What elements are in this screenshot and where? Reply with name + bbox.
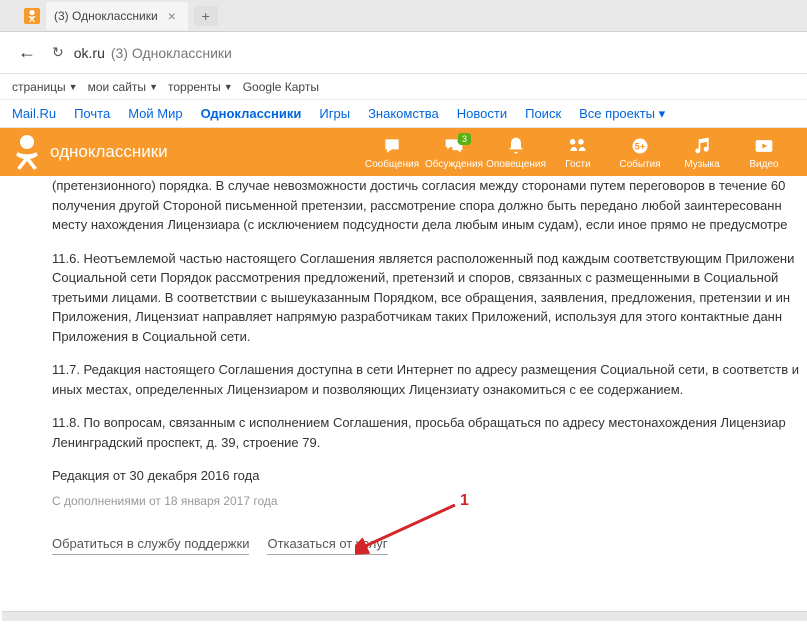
url-rest: (3) Одноклассники [111, 45, 232, 61]
mailru-link[interactable]: Игры [319, 106, 350, 121]
nav-notifications[interactable]: Оповещения [485, 135, 547, 170]
bookmark-item[interactable]: мои сайты▼ [88, 80, 158, 94]
footer-links: Обратиться в службу поддержки Отказаться… [52, 534, 807, 556]
amendment-date: С дополнениями от 18 января 2017 года [52, 492, 807, 510]
agreement-paragraph: 11.6. Неотъемлемой частью настоящего Сог… [52, 249, 807, 347]
edition-date: Редакция от 30 декабря 2016 года [52, 466, 807, 486]
bookmark-item[interactable]: страницы▼ [12, 80, 78, 94]
video-icon [754, 135, 774, 157]
nav-messages[interactable]: Сообщения [361, 135, 423, 170]
messages-icon [382, 135, 402, 157]
nav-guests[interactable]: Гости [547, 135, 609, 170]
guests-icon [568, 135, 588, 157]
window-border [2, 611, 807, 621]
back-button[interactable]: ← [12, 38, 42, 67]
close-icon[interactable]: × [164, 8, 180, 24]
chevron-down-icon: ▼ [69, 82, 78, 92]
ok-logo-icon [12, 132, 42, 172]
mailru-link[interactable]: Новости [457, 106, 507, 121]
agreement-paragraph: (претензионного) порядка. В случае невоз… [52, 176, 807, 235]
svg-text:5+: 5+ [635, 141, 645, 151]
mailru-link[interactable]: Все проекты ▾ [579, 106, 665, 122]
mailru-bar: Mail.Ru Почта Мой Мир Одноклассники Игры… [0, 100, 807, 128]
bell-icon [506, 135, 526, 157]
badge: 3 [458, 133, 471, 145]
annotation-label-1: 1 [460, 492, 469, 510]
nav-video[interactable]: Видео [733, 135, 795, 170]
nav-events[interactable]: 5+ События [609, 135, 671, 170]
browser-tab-bar: (3) Одноклассники × + [0, 0, 807, 32]
refuse-services-link[interactable]: Отказаться от услуг [267, 534, 387, 556]
tab-title: (3) Одноклассники [54, 9, 158, 23]
refresh-icon[interactable]: ↻ [52, 44, 64, 61]
ok-logo[interactable]: одноклассники [12, 132, 168, 172]
support-link[interactable]: Обратиться в службу поддержки [52, 534, 249, 556]
chevron-down-icon: ▼ [224, 82, 233, 92]
mailru-link[interactable]: Знакомства [368, 106, 439, 121]
url-domain: ok.ru [74, 45, 105, 61]
mailru-link[interactable]: Одноклассники [201, 106, 302, 121]
bookmark-bar: страницы▼ мои сайты▼ торренты▼ Google Ка… [0, 74, 807, 100]
new-tab-button[interactable]: + [194, 6, 218, 26]
ok-header: одноклассники Сообщения 3 Обсуждения Опо… [0, 128, 807, 176]
agreement-paragraph: 11.8. По вопросам, связанным с исполнени… [52, 413, 807, 452]
events-icon: 5+ [630, 135, 650, 157]
url-field[interactable]: ok.ru (3) Одноклассники [74, 45, 795, 61]
address-bar: ← ↻ ok.ru (3) Одноклассники [0, 32, 807, 74]
mailru-link[interactable]: Поиск [525, 106, 561, 121]
mailru-link[interactable]: Мой Мир [128, 106, 182, 121]
browser-tab[interactable]: (3) Одноклассники × [46, 2, 188, 30]
ok-logo-text: одноклассники [50, 142, 168, 162]
mailru-link[interactable]: Mail.Ru [12, 106, 56, 121]
bookmark-item[interactable]: торренты▼ [168, 80, 233, 94]
nav-discussions[interactable]: 3 Обсуждения [423, 135, 485, 170]
agreement-content: (претензионного) порядка. В случае невоз… [0, 176, 807, 555]
mailru-link[interactable]: Почта [74, 106, 110, 121]
ok-favicon-icon [24, 8, 40, 24]
music-icon [692, 135, 712, 157]
agreement-paragraph: 11.7. Редакция настоящего Соглашения дос… [52, 360, 807, 399]
chevron-down-icon: ▼ [149, 82, 158, 92]
ok-nav: Сообщения 3 Обсуждения Оповещения Гости … [361, 135, 795, 170]
nav-music[interactable]: Музыка [671, 135, 733, 170]
bookmark-item[interactable]: Google Карты [243, 80, 319, 94]
